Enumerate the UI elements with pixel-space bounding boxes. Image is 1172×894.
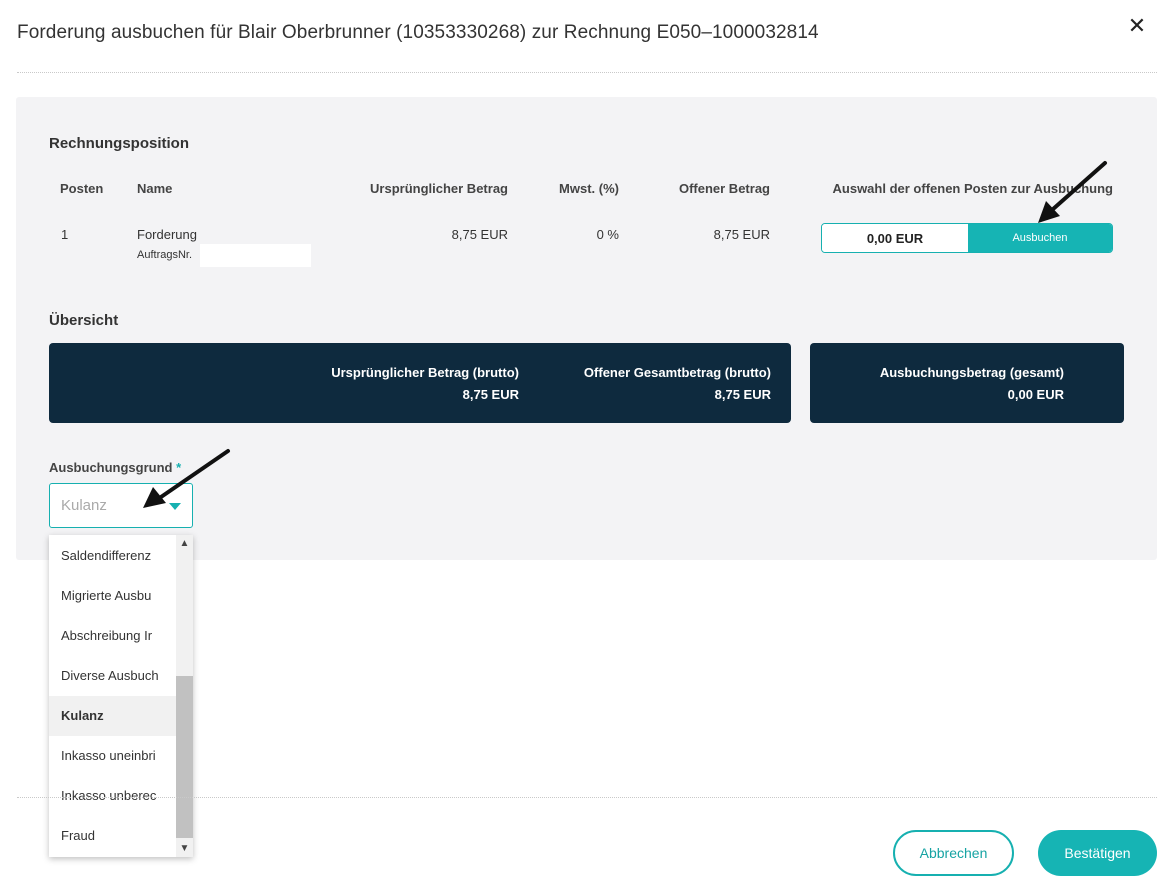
scroll-up-icon[interactable]: ▲ bbox=[176, 535, 193, 552]
row-offener-betrag: 8,75 EUR bbox=[713, 227, 770, 242]
urspruenglicher-betrag-brutto-label: Ursprünglicher Betrag (brutto) bbox=[331, 365, 519, 380]
row-mwst: 0 % bbox=[596, 227, 619, 242]
dropdown-option[interactable]: Abschreibung Ir bbox=[49, 616, 176, 656]
scroll-down-icon[interactable]: ▼ bbox=[176, 840, 193, 857]
footer-divider bbox=[17, 797, 1157, 798]
dropdown-option[interactable]: Saldendifferenz bbox=[49, 536, 176, 576]
cancel-button[interactable]: Abbrechen bbox=[893, 830, 1014, 876]
dropdown-option[interactable]: Diverse Ausbuch bbox=[49, 656, 176, 696]
header-name: Name bbox=[137, 181, 173, 196]
modal-title: Forderung ausbuchen für Blair Oberbrunne… bbox=[17, 22, 819, 43]
arrow-annotation-ausbuchen bbox=[1038, 161, 1107, 223]
header-offener-betrag: Offener Betrag bbox=[678, 181, 770, 196]
amount-input[interactable] bbox=[822, 224, 968, 252]
ausbuchungsbetrag-value: 0,00 EUR bbox=[1007, 387, 1064, 402]
dropdown-option[interactable]: Fraud bbox=[49, 816, 176, 856]
close-icon[interactable]: ✕ bbox=[1126, 14, 1148, 38]
dropdown-option[interactable]: Inkasso uneinbri bbox=[49, 736, 176, 776]
offener-gesamtbetrag-value: 8,75 EUR bbox=[714, 387, 771, 402]
arrow-annotation-select bbox=[143, 449, 230, 508]
dropdown-option-selected[interactable]: Kulanz bbox=[49, 696, 176, 736]
confirm-button[interactable]: Bestätigen bbox=[1038, 830, 1157, 876]
summary-card-ausbuchung: Ausbuchungsbetrag (gesamt) 0,00 EUR bbox=[810, 343, 1124, 423]
row-name: Forderung bbox=[137, 227, 197, 242]
scroll-thumb[interactable] bbox=[176, 676, 193, 838]
ausbuchungsgrund-dropdown: Saldendifferenz Migrierte Ausbu Abschrei… bbox=[49, 535, 193, 857]
header-posten: Posten bbox=[60, 181, 104, 196]
urspruenglicher-betrag-brutto-value: 8,75 EUR bbox=[462, 387, 519, 402]
summary-card-main: Ursprünglicher Betrag (brutto) 8,75 EUR … bbox=[49, 343, 791, 423]
ausbuchungsgrund-selected-value: Kulanz bbox=[61, 497, 107, 514]
row-posten: 1 bbox=[61, 227, 69, 242]
section-title-uebersicht: Übersicht bbox=[49, 312, 119, 329]
redacted-order-number bbox=[200, 244, 311, 267]
dropdown-option[interactable]: Inkasso unberec bbox=[49, 776, 176, 816]
row-sub-label: AuftragsNr. bbox=[137, 249, 193, 261]
ausbuchungsbetrag-label: Ausbuchungsbetrag (gesamt) bbox=[879, 365, 1064, 380]
offener-gesamtbetrag-label: Offener Gesamtbetrag (brutto) bbox=[583, 365, 771, 380]
header-divider bbox=[17, 72, 1157, 73]
dropdown-option[interactable]: Migrierte Ausbu bbox=[49, 576, 176, 616]
section-title-rechnungsposition: Rechnungsposition bbox=[49, 135, 189, 152]
header-mwst: Mwst. (%) bbox=[559, 181, 619, 196]
header-urspruenglicher-betrag: Ursprünglicher Betrag bbox=[370, 181, 508, 196]
row-urspruenglicher-betrag: 8,75 EUR bbox=[451, 227, 508, 242]
dropdown-scrollbar[interactable]: ▲ ▼ bbox=[176, 535, 193, 857]
